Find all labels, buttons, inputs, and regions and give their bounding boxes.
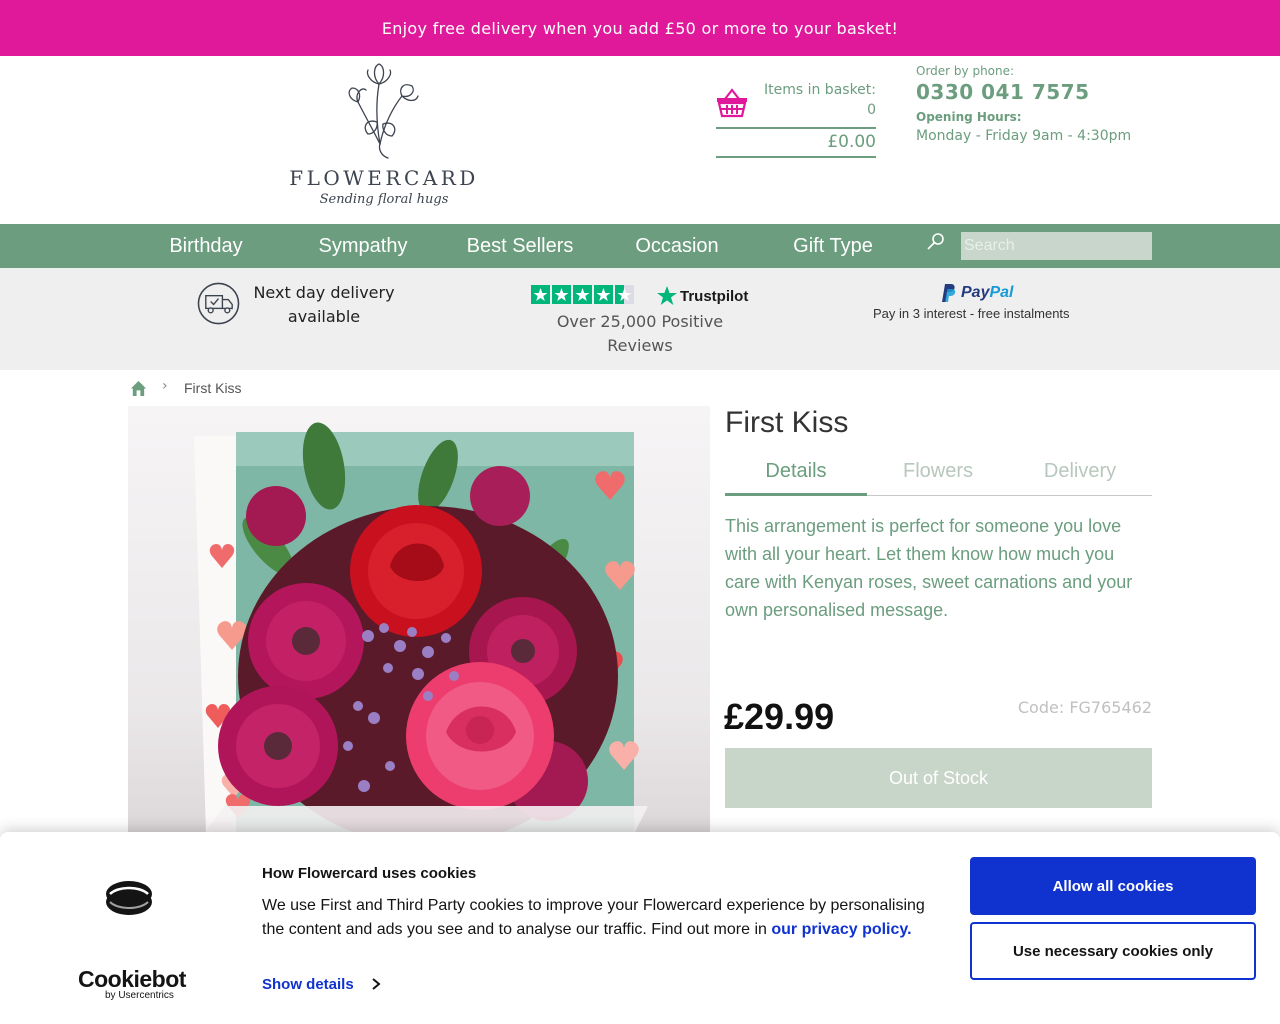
phone-number[interactable]: 0330 041 7575 [916,80,1176,104]
nav-item-birthday[interactable]: Birthday [150,224,262,268]
nav-item-gift-type[interactable]: Gift Type [780,224,886,268]
product-price: £29.99 [724,696,835,737]
home-icon[interactable] [130,380,147,397]
flower-logo-icon [348,63,419,159]
cookie-banner: Cookiebot by Usercentrics How Flowercard… [0,832,1280,1024]
paypal-word-pay: Pay [961,284,990,301]
product-description: This arrangement is perfect for someone … [725,516,1133,620]
trustpilot-reviews-text: Over 25,000 Positive Reviews [556,312,724,355]
paypal-icon [942,284,956,302]
nav-item-sympathy[interactable]: Sympathy [308,224,418,268]
logo[interactable]: FLOWERCARD Sending floral hugs [284,62,484,212]
nav-item-best-sellers[interactable]: Best Sellers [460,224,580,268]
trustpilot-stars-icon [531,285,634,304]
search-input[interactable] [961,232,1152,260]
cookiebot-wordmark: Cookiebot [78,966,186,992]
paypal-banner: PayPal Pay in 3 interest - free instalme… [873,282,1093,324]
product-title: First Kiss [725,406,849,439]
nav-item-occasion[interactable]: Occasion [622,224,732,268]
logo-wordmark: FLOWERCARD [289,166,479,190]
out-of-stock-button[interactable]: Out of Stock [725,748,1152,808]
next-day-delivery-text: Next day delivery available [253,283,395,326]
cookie-text: We use First and Third Party cookies to … [262,894,942,942]
flower-bouquet-image [128,406,710,834]
paypal-word-pal: Pal [989,284,1014,301]
basket-total: £0.00 [827,132,876,152]
opening-hours: Monday - Friday 9am - 4:30pm [916,128,1132,144]
paypal-wordmark: PayPal [961,284,1013,302]
chevron-right-icon[interactable] [370,977,382,991]
breadcrumb-separator: › [162,378,168,394]
contact-info: Order by phone: 0330 041 7575 Opening Ho… [916,64,1176,144]
trustpilot-logo: Trustpilot [656,285,756,307]
cookie-title: How Flowercard uses cookies [262,865,477,882]
site-header: FLOWERCARD Sending floral hugs Items in … [0,56,1280,224]
promo-bar: Enjoy free delivery when you add £50 or … [0,0,1280,56]
opening-hours-label: Opening Hours: [916,110,1022,124]
tab-details[interactable]: Details [725,460,867,483]
breadcrumb-current: First Kiss [184,380,242,396]
product-tabs: Details Flowers Delivery [725,456,1152,496]
tab-delivery[interactable]: Delivery [1009,460,1151,483]
search-icon[interactable] [926,232,946,252]
necessary-cookies-button[interactable]: Use necessary cookies only [970,922,1256,980]
allow-all-cookies-button[interactable]: Allow all cookies [970,857,1256,915]
trustpilot-brand: Trustpilot [680,288,749,305]
promo-text: Enjoy free delivery when you add £50 or … [381,18,899,38]
active-tab-indicator [725,493,867,496]
paypal-instalments-text: Pay in 3 interest - free instalments [873,306,1070,321]
cookiebot-logo-icon [106,881,152,915]
show-details-link[interactable]: Show details [262,976,354,993]
basket-summary[interactable]: Items in basket: 0 £0.00 [716,80,876,158]
order-by-phone-label: Order by phone: [916,64,1015,78]
logo-tagline: Sending floral hugs [319,192,449,207]
tab-flowers[interactable]: Flowers [867,460,1009,483]
product-code: Code: FG765462 [1017,698,1152,717]
basket-underline [716,156,876,158]
basket-divider [716,127,876,129]
basket-items-label: Items in basket: [763,82,876,98]
basket-icon [717,88,747,118]
trustpilot-star-icon [657,286,677,305]
cookiebot-subtitle: by Usercentrics [105,990,174,1001]
basket-count: 0 [867,102,876,118]
product-image[interactable] [128,406,710,834]
privacy-policy-link[interactable]: our privacy policy. [771,921,911,938]
basket-label: Items in basket: 0 [764,80,876,120]
delivery-truck-icon [197,282,240,325]
